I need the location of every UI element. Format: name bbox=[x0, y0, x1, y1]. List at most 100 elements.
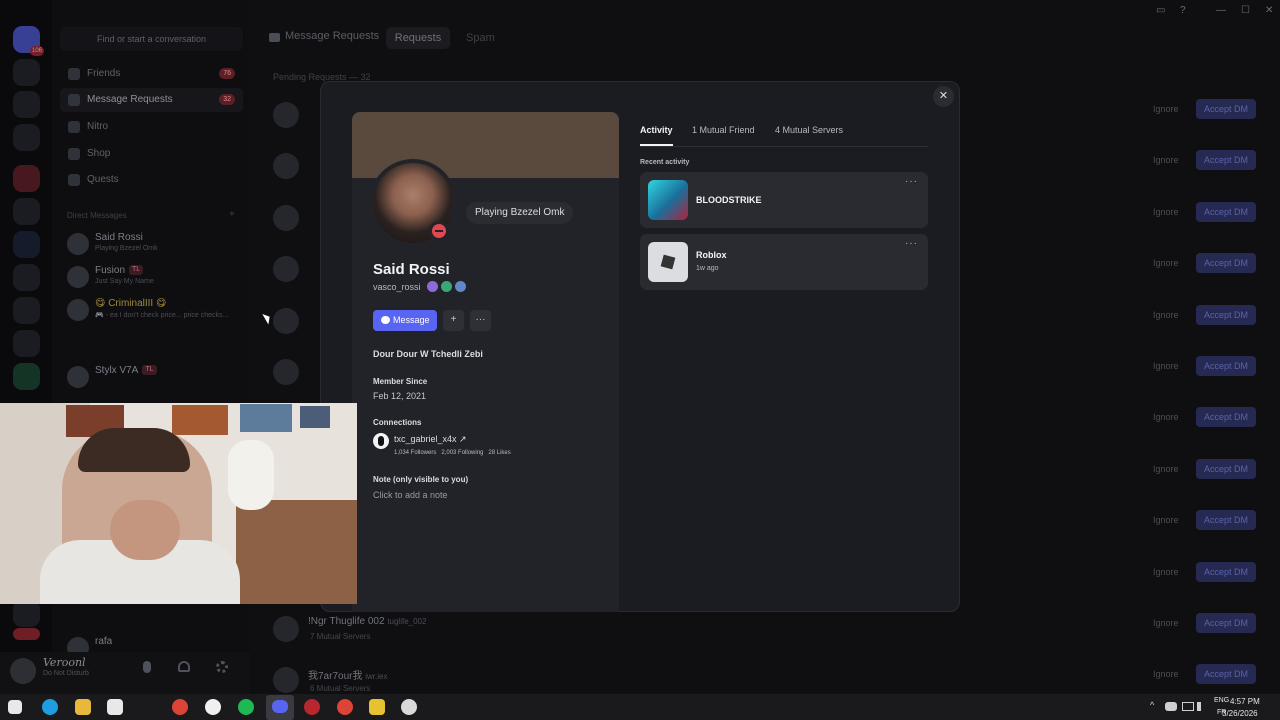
dm-item[interactable]: 😋 CriminalIII 😋 🎮 - ea I don't check pric… bbox=[64, 295, 244, 327]
accept-dm-button[interactable]: Accept DM bbox=[1196, 613, 1256, 633]
message-button[interactable]: Message bbox=[373, 310, 437, 331]
server-icon[interactable] bbox=[13, 264, 40, 291]
nav-friends[interactable]: Friends 76 bbox=[60, 62, 243, 86]
server-icon[interactable] bbox=[13, 628, 40, 640]
nav-message-requests[interactable]: Message Requests 32 bbox=[60, 88, 243, 112]
spotify-icon[interactable] bbox=[238, 699, 254, 715]
server-icon[interactable] bbox=[13, 124, 40, 151]
discord-taskbar-button[interactable] bbox=[266, 695, 294, 720]
store-icon[interactable] bbox=[107, 699, 123, 715]
activity-card[interactable]: Roblox 1w ago ··· bbox=[640, 234, 928, 290]
ignore-button[interactable]: Ignore bbox=[1153, 207, 1183, 217]
tray-chevron-icon[interactable]: ^ bbox=[1150, 700, 1154, 710]
ignore-button[interactable]: Ignore bbox=[1153, 104, 1183, 114]
server-icon[interactable] bbox=[13, 363, 40, 390]
tab-activity[interactable]: Activity bbox=[640, 125, 673, 135]
app-icon[interactable] bbox=[304, 699, 320, 715]
server-icon[interactable] bbox=[13, 165, 40, 192]
inbox-icon[interactable]: ▭ bbox=[1156, 5, 1165, 16]
minimize-icon[interactable]: — bbox=[1216, 5, 1226, 16]
server-icon[interactable] bbox=[13, 198, 40, 225]
accept-dm-button[interactable]: Accept DM bbox=[1196, 664, 1256, 684]
request-mutuals: 7 Mutual Servers bbox=[310, 632, 371, 641]
file-explorer-icon[interactable] bbox=[75, 699, 91, 715]
maximize-icon[interactable]: ☐ bbox=[1241, 5, 1250, 16]
nav-quests[interactable]: Quests bbox=[60, 168, 243, 192]
accept-dm-button[interactable]: Accept DM bbox=[1196, 510, 1256, 530]
dm-name: Stylx V7A TL bbox=[95, 365, 157, 376]
ignore-button[interactable]: Ignore bbox=[1153, 464, 1183, 474]
user-avatar[interactable] bbox=[10, 658, 36, 684]
ignore-button[interactable]: Ignore bbox=[1153, 258, 1183, 268]
nav-shop[interactable]: Shop bbox=[60, 142, 243, 166]
ignore-button[interactable]: Ignore bbox=[1153, 515, 1183, 525]
microphone-icon[interactable] bbox=[143, 661, 151, 673]
webcam-painting bbox=[300, 406, 330, 428]
app-icon[interactable] bbox=[369, 699, 385, 715]
clock-app-icon[interactable] bbox=[205, 699, 221, 715]
add-dm-icon[interactable]: + bbox=[229, 209, 235, 220]
accept-dm-button[interactable]: Accept DM bbox=[1196, 459, 1256, 479]
dm-item[interactable]: Stylx V7A TL bbox=[64, 362, 244, 394]
headphones-icon[interactable] bbox=[178, 661, 190, 672]
network-icon[interactable] bbox=[1182, 702, 1194, 711]
connection-link[interactable]: txc_gabriel_x4x ↗ bbox=[394, 434, 467, 445]
ignore-button[interactable]: Ignore bbox=[1153, 361, 1183, 371]
accept-dm-button[interactable]: Accept DM bbox=[1196, 253, 1256, 273]
ignore-button[interactable]: Ignore bbox=[1153, 412, 1183, 422]
ignore-button[interactable]: Ignore bbox=[1153, 310, 1183, 320]
ignore-button[interactable]: Ignore bbox=[1153, 669, 1183, 679]
close-window-icon[interactable]: ✕ bbox=[1265, 5, 1273, 16]
add-friend-button[interactable]: + bbox=[443, 310, 464, 331]
ignore-button[interactable]: Ignore bbox=[1153, 155, 1183, 165]
server-icon[interactable] bbox=[13, 231, 40, 258]
accept-dm-button[interactable]: Accept DM bbox=[1196, 356, 1256, 376]
gear-icon[interactable] bbox=[216, 661, 228, 673]
clock-date[interactable]: 3/26/2026 bbox=[1222, 709, 1258, 718]
close-modal-button[interactable]: ✕ bbox=[933, 86, 954, 107]
note-input[interactable]: Click to add a note bbox=[373, 490, 448, 500]
accept-dm-button[interactable]: Accept DM bbox=[1196, 305, 1256, 325]
accept-dm-button[interactable]: Accept DM bbox=[1196, 202, 1256, 222]
server-icon[interactable] bbox=[13, 297, 40, 324]
clock-time[interactable]: 4:57 PM bbox=[1230, 697, 1260, 706]
home-dm-button[interactable]: 106 bbox=[13, 26, 44, 56]
tab-requests[interactable]: Requests bbox=[386, 27, 450, 49]
edge-icon[interactable] bbox=[42, 699, 58, 715]
tab-spam[interactable]: Spam bbox=[466, 32, 495, 44]
chrome-icon[interactable] bbox=[337, 699, 353, 715]
nav-nitro[interactable]: Nitro bbox=[60, 115, 243, 139]
dm-item[interactable]: Said Rossi Playing Bzezel Omk bbox=[64, 229, 244, 261]
activity-card[interactable]: BLOODSTRIKE ··· bbox=[640, 172, 928, 228]
avatar bbox=[67, 233, 89, 255]
more-options-button[interactable]: ··· bbox=[470, 310, 491, 331]
accept-dm-button[interactable]: Accept DM bbox=[1196, 150, 1256, 170]
user-name[interactable]: Veroonl bbox=[43, 656, 86, 669]
accept-dm-button[interactable]: Accept DM bbox=[1196, 407, 1256, 427]
tab-mutual-servers[interactable]: 4 Mutual Servers bbox=[775, 125, 843, 135]
nitro-badge-icon[interactable] bbox=[427, 281, 438, 292]
accept-dm-button[interactable]: Accept DM bbox=[1196, 562, 1256, 582]
tab-mutual-friends[interactable]: 1 Mutual Friend bbox=[692, 125, 755, 135]
dm-item[interactable]: Fusion TL Just Say My Name bbox=[64, 262, 244, 294]
help-icon[interactable]: ? bbox=[1180, 5, 1186, 16]
boost-badge-icon[interactable] bbox=[455, 281, 466, 292]
profile-avatar[interactable] bbox=[369, 159, 457, 247]
more-options-icon[interactable]: ··· bbox=[905, 238, 918, 249]
chrome-icon[interactable] bbox=[172, 699, 188, 715]
app-icon[interactable] bbox=[401, 699, 417, 715]
accept-dm-button[interactable]: Accept DM bbox=[1196, 99, 1256, 119]
server-icon[interactable] bbox=[13, 330, 40, 357]
ignore-button[interactable]: Ignore bbox=[1153, 567, 1183, 577]
server-icon[interactable] bbox=[13, 600, 40, 627]
volume-icon[interactable] bbox=[1197, 702, 1207, 711]
server-icon[interactable] bbox=[13, 91, 40, 118]
more-options-icon[interactable]: ··· bbox=[905, 176, 918, 187]
quest-badge-icon[interactable] bbox=[441, 281, 452, 292]
ignore-button[interactable]: Ignore bbox=[1153, 618, 1183, 628]
windows-start-icon[interactable] bbox=[8, 700, 22, 714]
input-language[interactable]: ENG bbox=[1214, 697, 1229, 704]
search-input[interactable]: Find or start a conversation bbox=[60, 27, 243, 51]
server-icon[interactable] bbox=[13, 59, 40, 86]
tray-app-icon[interactable] bbox=[1165, 702, 1177, 711]
